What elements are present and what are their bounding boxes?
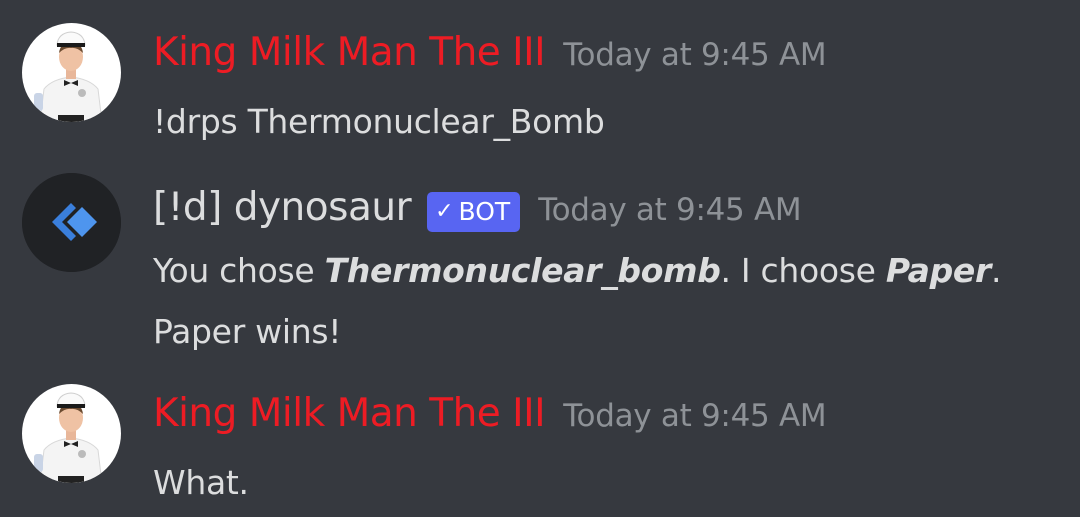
username[interactable]: King Milk Man The III (153, 391, 546, 436)
bold-italic-text: Thermonuclear_bomb (324, 251, 721, 290)
text-segment: . (990, 251, 1002, 290)
message-header: [!d] dynosaur ✓ BOT Today at 9:45 AM (153, 185, 802, 232)
dyno-logo-avatar[interactable] (22, 173, 121, 272)
text-segment: . I choose (720, 251, 886, 290)
milkman-avatar[interactable] (22, 384, 121, 483)
bold-italic-text: Paper (885, 251, 991, 290)
message-header: King Milk Man The III Today at 9:45 AM (153, 391, 827, 436)
milkman-avatar[interactable] (22, 23, 121, 122)
message-content: You chose Thermonuclear_bomb. I choose P… (153, 241, 1001, 301)
bot-tag-label: BOT (458, 197, 511, 226)
message-content: Paper wins! (153, 312, 342, 351)
timestamp[interactable]: Today at 9:45 AM (538, 192, 801, 228)
timestamp[interactable]: Today at 9:45 AM (563, 398, 826, 434)
bot-tag: ✓ BOT (427, 191, 521, 232)
text-segment: You chose (153, 251, 325, 290)
chat-messages: King Milk Man The III Today at 9:45 AM !… (0, 0, 1080, 517)
check-icon: ✓ (435, 199, 454, 224)
timestamp[interactable]: Today at 9:45 AM (563, 37, 826, 73)
message-content: What. (153, 463, 249, 502)
message-header: King Milk Man The III Today at 9:45 AM (153, 30, 827, 75)
message-content: !drps Thermonuclear_Bomb (153, 102, 605, 141)
username[interactable]: [!d] dynosaur (153, 185, 412, 230)
username[interactable]: King Milk Man The III (153, 30, 546, 75)
